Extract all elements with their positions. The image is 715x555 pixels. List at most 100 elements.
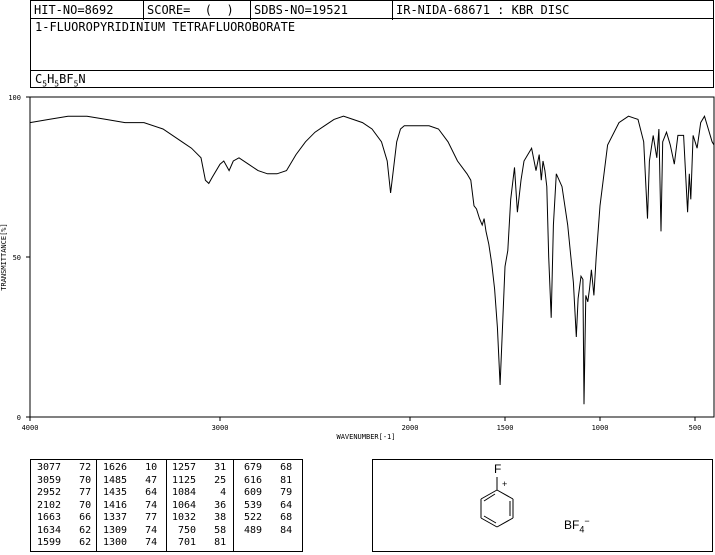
peak-transmittance: 81	[262, 474, 293, 486]
peak-wavenumber: 750	[172, 524, 197, 536]
peak-column: 1257 31 1125 25 1084 4 1064 36 1032 38 750 5…	[172, 462, 226, 550]
peak-row: 1084 4	[172, 487, 226, 500]
peak-column: 1626 10 1485 47 1435 64 1416 74 1337 77 1309 …	[103, 462, 157, 550]
peak-row: 750 58	[172, 525, 226, 538]
y-axis-label: TRANSMITTANCE[%]	[0, 223, 8, 290]
tetrafluoroborate-anion: BF4−	[564, 516, 590, 534]
peak-wavenumber: 1084	[172, 487, 197, 498]
peak-wavenumber: 1599	[37, 537, 62, 548]
peak-transmittance: 66	[61, 512, 92, 523]
peak-wavenumber: 1485	[103, 474, 128, 486]
peak-row: 1435 64	[103, 487, 157, 500]
peak-wavenumber: 2102	[37, 499, 62, 511]
peak-wavenumber: 1125	[172, 474, 197, 486]
peak-row: 522 68	[238, 512, 292, 525]
peak-wavenumber: 1626	[103, 462, 128, 473]
peak-transmittance: 31	[196, 462, 227, 473]
anion-charge: −	[584, 516, 590, 526]
plot-frame	[29, 96, 715, 418]
structure-box: F + BF4−	[372, 459, 713, 552]
peak-row: 1626 10	[103, 462, 157, 475]
x-tick-label: 1500	[497, 424, 514, 432]
peak-transmittance: 77	[127, 512, 158, 523]
pyridinium-structure-drawing	[480, 477, 514, 528]
peak-column: 679 68 616 81 609 79 539 64 522 68 489 8…	[238, 462, 292, 537]
peak-wavenumber: 1032	[172, 512, 197, 523]
peak-row: 679 68	[238, 462, 292, 475]
y-tick-label: 50	[13, 254, 21, 262]
peak-row: 539 64	[238, 500, 292, 513]
ir-spectrum-chart: 4000 3000 2000 1500 1000 500 0 50 100 WAVENUMBER…	[0, 94, 715, 441]
formula-element: N	[78, 72, 86, 86]
peak-row: 1599 62	[37, 537, 91, 550]
peak-wavenumber: 1064	[172, 499, 197, 511]
peak-wavenumber: 1634	[37, 524, 62, 536]
peak-transmittance: 10	[127, 462, 158, 473]
x-axis-label: WAVENUMBER[-1]	[336, 433, 395, 441]
spectrum-line	[29, 114, 715, 405]
peak-row: 1300 74	[103, 537, 157, 550]
compound-name: 1-FLUOROPYRIDINIUM TETRAFLUOROBORATE	[30, 18, 714, 71]
x-tick-label: 2000	[402, 424, 419, 432]
peak-transmittance: 62	[61, 537, 92, 548]
peak-wavenumber: 679	[238, 462, 263, 473]
peak-wavenumber: 489	[238, 524, 263, 536]
formula-element: BF	[59, 72, 74, 86]
peak-row: 2102 70	[37, 500, 91, 513]
peak-transmittance: 25	[196, 474, 227, 486]
peak-wavenumber: 1663	[37, 512, 62, 523]
positive-charge: +	[502, 479, 508, 489]
peak-transmittance: 77	[61, 487, 92, 498]
peak-wavenumber: 616	[238, 474, 263, 486]
peak-transmittance: 64	[127, 487, 158, 498]
peak-wavenumber: 3059	[37, 474, 62, 486]
peak-wavenumber: 1257	[172, 462, 197, 473]
peak-row: 1416 74	[103, 500, 157, 513]
peak-transmittance: 74	[127, 499, 158, 511]
peak-row: 1032 38	[172, 512, 226, 525]
x-tick-label: 1000	[592, 424, 609, 432]
x-tick-label: 3000	[212, 424, 229, 432]
peak-transmittance: 84	[262, 524, 293, 536]
header-bar: HIT-NO=8692 SCORE= ( ) SDBS-NO=19521 IR-…	[30, 0, 714, 20]
peak-row: 3059 70	[37, 475, 91, 488]
x-tick-label: 500	[689, 424, 702, 432]
peak-transmittance: 64	[262, 499, 293, 511]
peak-row: 609 79	[238, 487, 292, 500]
peak-wavenumber: 2952	[37, 487, 62, 498]
peak-row: 1337 77	[103, 512, 157, 525]
peak-row: 1064 36	[172, 500, 226, 513]
peak-wavenumber: 1300	[103, 537, 128, 548]
peak-wavenumber: 1435	[103, 487, 128, 498]
peak-transmittance: 74	[127, 537, 158, 548]
peak-row: 1309 74	[103, 525, 157, 538]
peak-row: 2952 77	[37, 487, 91, 500]
peak-transmittance: 36	[196, 499, 227, 511]
peak-row: 616 81	[238, 475, 292, 488]
peak-wavenumber: 3077	[37, 462, 62, 473]
peak-row: 3077 72	[37, 462, 91, 475]
peak-wavenumber: 539	[238, 499, 263, 511]
peak-wavenumber: 701	[172, 537, 197, 548]
peak-transmittance: 81	[196, 537, 227, 548]
peak-transmittance: 79	[262, 487, 293, 498]
peak-row: 1663 66	[37, 512, 91, 525]
peak-wavenumber: 1309	[103, 524, 128, 536]
peak-transmittance: 68	[262, 512, 293, 523]
peak-wavenumber: 522	[238, 512, 263, 523]
peak-table: 3077 72 3059 70 2952 77 2102 70 1663 66 1634 …	[30, 459, 303, 552]
peak-wavenumber: 1337	[103, 512, 128, 523]
peak-row: 1485 47	[103, 475, 157, 488]
peak-transmittance: 4	[196, 487, 227, 498]
peak-transmittance: 62	[61, 524, 92, 536]
peak-transmittance: 38	[196, 512, 227, 523]
peak-wavenumber: 609	[238, 487, 263, 498]
molecular-formula: C5H5BF5N	[30, 70, 714, 88]
peak-row: 1634 62	[37, 525, 91, 538]
peak-transmittance: 72	[61, 462, 92, 473]
peak-row: 489 84	[238, 525, 292, 538]
peak-column: 3077 72 3059 70 2952 77 2102 70 1663 66 1634 …	[37, 462, 91, 550]
peak-transmittance: 68	[262, 462, 293, 473]
peak-transmittance: 74	[127, 524, 158, 536]
peak-transmittance: 47	[127, 474, 158, 486]
